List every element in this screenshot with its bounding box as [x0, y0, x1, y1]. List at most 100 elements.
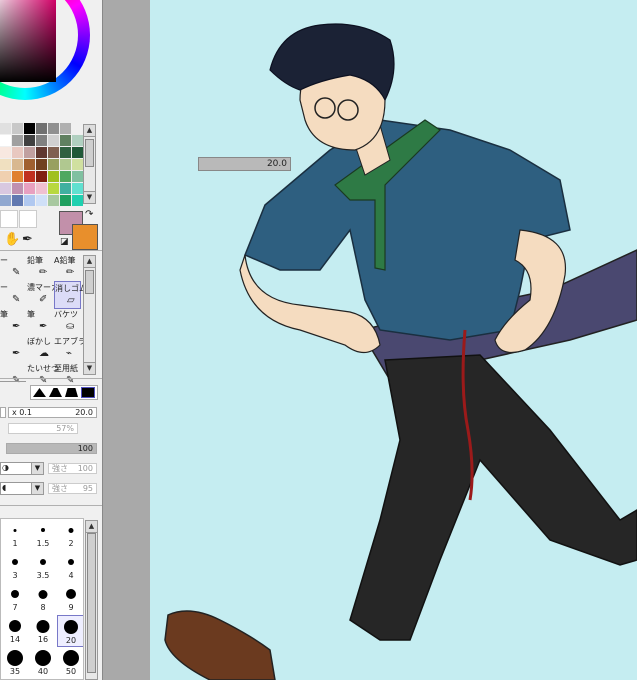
brush-shape-medium[interactable] — [49, 388, 62, 397]
scroll-down-icon[interactable]: ▼ — [84, 362, 95, 374]
brush-size-preset[interactable]: 1 — [1, 519, 29, 551]
color-swatch[interactable] — [60, 159, 71, 170]
color-swatch[interactable] — [60, 195, 71, 206]
color-swatch[interactable] — [24, 159, 35, 170]
color-swatch[interactable] — [36, 147, 47, 158]
tool-button[interactable]: ぼかし ☁ — [27, 335, 54, 363]
brush-size-preset[interactable]: 3.5 — [29, 551, 57, 583]
color-mode-box[interactable] — [19, 210, 37, 228]
tool-button[interactable]: バケツ ⛀ — [54, 308, 81, 336]
color-swatch[interactable] — [48, 123, 59, 134]
color-swatch[interactable] — [60, 183, 71, 194]
color-swatch[interactable] — [12, 195, 23, 206]
tool-button[interactable]: ✒ — [0, 335, 27, 363]
color-swatch[interactable] — [60, 123, 71, 134]
color-swatch[interactable] — [72, 123, 83, 134]
scroll-up-icon[interactable]: ▲ — [84, 125, 95, 137]
color-swatch[interactable] — [0, 147, 11, 158]
drawing-canvas[interactable]: 20.0 — [150, 0, 637, 680]
scroll-thumb[interactable] — [85, 139, 94, 167]
color-swatch[interactable] — [72, 135, 83, 146]
brush-size-preset[interactable]: 16 — [29, 615, 57, 647]
tool-button[interactable]: 消しゴム ▱ — [54, 281, 87, 309]
brush-size-preset[interactable]: 2 — [57, 519, 83, 551]
brush-size-preset[interactable]: 9 — [57, 583, 83, 615]
color-swatch[interactable] — [72, 159, 83, 170]
tool-button[interactable]: 筆 ✒ — [27, 308, 54, 336]
tool-button[interactable]: ー ✎ — [0, 254, 27, 282]
color-swatch[interactable] — [12, 171, 23, 182]
color-mode-box[interactable] — [0, 210, 18, 228]
scroll-thumb[interactable] — [87, 533, 96, 673]
min-size-field[interactable]: 57% — [8, 423, 78, 434]
color-swatch[interactable] — [48, 171, 59, 182]
tool-button[interactable]: ✎ — [0, 362, 27, 390]
paper-strength-field[interactable]: 強さ 95 — [48, 483, 97, 494]
saturation-value-square[interactable] — [0, 0, 56, 82]
color-swatch[interactable] — [72, 147, 83, 158]
color-swatch[interactable] — [24, 147, 35, 158]
color-swatch[interactable] — [24, 171, 35, 182]
tool-scrollbar[interactable]: ▲ ▼ — [83, 255, 96, 375]
color-swatch[interactable] — [24, 195, 35, 206]
size-scrollbar[interactable]: ▲ — [85, 520, 98, 680]
tool-button[interactable]: エアブラシ ⌁ — [54, 335, 94, 363]
brush-size-preset[interactable]: 50 — [57, 647, 83, 679]
brush-shape-square[interactable] — [81, 387, 95, 398]
brush-shape-soft[interactable] — [33, 388, 46, 397]
color-swatch[interactable] — [36, 135, 47, 146]
color-swatch[interactable] — [48, 183, 59, 194]
color-swatch[interactable] — [0, 123, 11, 134]
scroll-down-icon[interactable]: ▼ — [84, 191, 95, 203]
color-swatch[interactable] — [12, 123, 23, 134]
brush-size-preset[interactable]: 35 — [1, 647, 29, 679]
scroll-up-icon[interactable]: ▲ — [84, 256, 95, 268]
color-swatch[interactable] — [48, 159, 59, 170]
color-swatch[interactable] — [36, 171, 47, 182]
brush-size-preset[interactable]: 4 — [57, 551, 83, 583]
color-swatch[interactable] — [60, 147, 71, 158]
color-swatch[interactable] — [0, 159, 11, 170]
scroll-up-icon[interactable]: ▲ — [86, 521, 97, 533]
color-swatch[interactable] — [24, 183, 35, 194]
color-swatch[interactable] — [36, 159, 47, 170]
tool-button[interactable]: ー ✎ — [0, 281, 27, 309]
color-swatch[interactable] — [48, 135, 59, 146]
tool-button[interactable]: 鉛筆 ✏ — [27, 254, 54, 282]
color-swatch[interactable] — [72, 183, 83, 194]
color-swatch[interactable] — [0, 171, 11, 182]
sub-color-swatch[interactable] — [72, 224, 98, 250]
color-swatch[interactable] — [60, 171, 71, 182]
color-swatch[interactable] — [72, 171, 83, 182]
color-swatch[interactable] — [12, 159, 23, 170]
color-swatch[interactable] — [48, 195, 59, 206]
tool-button[interactable]: A鉛筆 ✏ — [54, 254, 81, 282]
color-swatch[interactable] — [36, 195, 47, 206]
tool-button[interactable]: 濃マーカ ✐ — [27, 281, 59, 309]
hand-icon[interactable]: ✋ — [4, 232, 20, 247]
color-swatch[interactable] — [0, 195, 11, 206]
color-swatch[interactable] — [36, 123, 47, 134]
brush-shape-hard[interactable] — [65, 388, 78, 397]
swap-colors-icon[interactable]: ↷ — [85, 209, 93, 220]
texture-strength-field[interactable]: 強さ 100 — [48, 463, 97, 474]
color-swatch[interactable] — [48, 147, 59, 158]
color-swatch[interactable] — [36, 183, 47, 194]
density-field[interactable]: 100 — [6, 443, 97, 454]
brush-size-preset[interactable]: 20 — [57, 615, 83, 647]
color-swatch[interactable] — [24, 123, 35, 134]
color-swatch[interactable] — [24, 135, 35, 146]
eyedropper-icon[interactable]: ✒ — [22, 232, 33, 247]
tool-button[interactable]: 筆 ✒ — [0, 308, 27, 336]
paper-dropdown[interactable]: ◖ ▼ — [0, 482, 44, 495]
brush-size-preset[interactable]: 8 — [29, 583, 57, 615]
color-swatch[interactable] — [12, 135, 23, 146]
brush-size-preset[interactable]: 40 — [29, 647, 57, 679]
color-swatch[interactable] — [12, 147, 23, 158]
color-swatch[interactable] — [72, 195, 83, 206]
swatch-scrollbar[interactable]: ▲ ▼ — [83, 124, 96, 204]
color-swatch[interactable] — [0, 183, 11, 194]
color-swatch[interactable] — [12, 183, 23, 194]
brush-size-preset[interactable]: 1.5 — [29, 519, 57, 551]
transparent-color-icon[interactable]: ◪ — [60, 237, 69, 247]
